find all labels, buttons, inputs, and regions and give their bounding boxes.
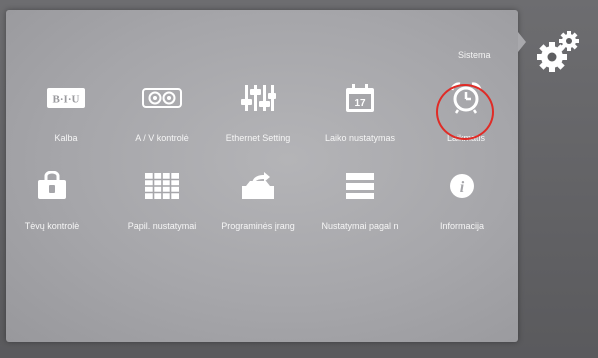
menu-item-label: Kalba xyxy=(54,133,78,143)
gears-icon xyxy=(536,30,582,74)
menu-item-software-update[interactable]: Programinės įrang xyxy=(210,168,306,238)
menu-item-factory-settings[interactable]: Nustatymai pagal n xyxy=(312,168,408,238)
equalizer-sliders-icon xyxy=(238,80,278,116)
calendar-icon: 17 xyxy=(340,80,380,116)
menu-item-kalba[interactable]: B·I·U Kalba xyxy=(18,80,114,150)
menu-item-label: A / V kontrolė xyxy=(135,133,189,143)
menu-item-ethernet-setting[interactable]: Ethernet Setting xyxy=(210,80,306,150)
svg-text:B·I·U: B·I·U xyxy=(53,94,80,106)
menu-item-av-control[interactable]: A / V kontrolė xyxy=(114,80,210,150)
menu-item-parental-control[interactable]: Tėvų kontrolė xyxy=(4,168,100,238)
panel-pointer xyxy=(518,32,526,52)
lock-case-icon xyxy=(32,168,72,204)
menu-item-information[interactable]: i Informacija xyxy=(414,168,510,238)
svg-text:i: i xyxy=(460,179,465,196)
menu-item-label: Informacija xyxy=(439,221,484,231)
reset-stack-icon xyxy=(340,168,380,204)
menu-item-extra-settings[interactable]: Papil. nustatymai xyxy=(114,168,210,238)
settings-panel: Sistema B·I·U Kalba A / V kontrolė Ether… xyxy=(6,10,518,342)
grid-table-icon xyxy=(142,168,182,204)
menu-item-label: Nustatymai pagal n xyxy=(321,221,399,231)
tv-screen: Sistema B·I·U Kalba A / V kontrolė Ether… xyxy=(0,0,598,358)
info-icon: i xyxy=(442,168,482,204)
menu-item-time-settings[interactable]: 17 Laiko nustatymas xyxy=(312,80,408,150)
svg-text:17: 17 xyxy=(354,98,366,109)
menu-item-label: Programinės įrang xyxy=(221,221,295,231)
menu-item-label: Papil. nustatymai xyxy=(127,221,197,231)
menu-item-label: Laiko nustatymas xyxy=(324,133,396,143)
menu-item-label: Ethernet Setting xyxy=(225,133,291,143)
av-speakers-icon xyxy=(142,80,182,116)
selection-highlight-ring xyxy=(436,84,494,140)
section-title: Sistema xyxy=(458,50,491,60)
menu-item-label: Tėvų kontrolė xyxy=(24,221,80,231)
software-update-icon xyxy=(238,168,278,204)
biu-text-icon: B·I·U xyxy=(46,80,86,116)
